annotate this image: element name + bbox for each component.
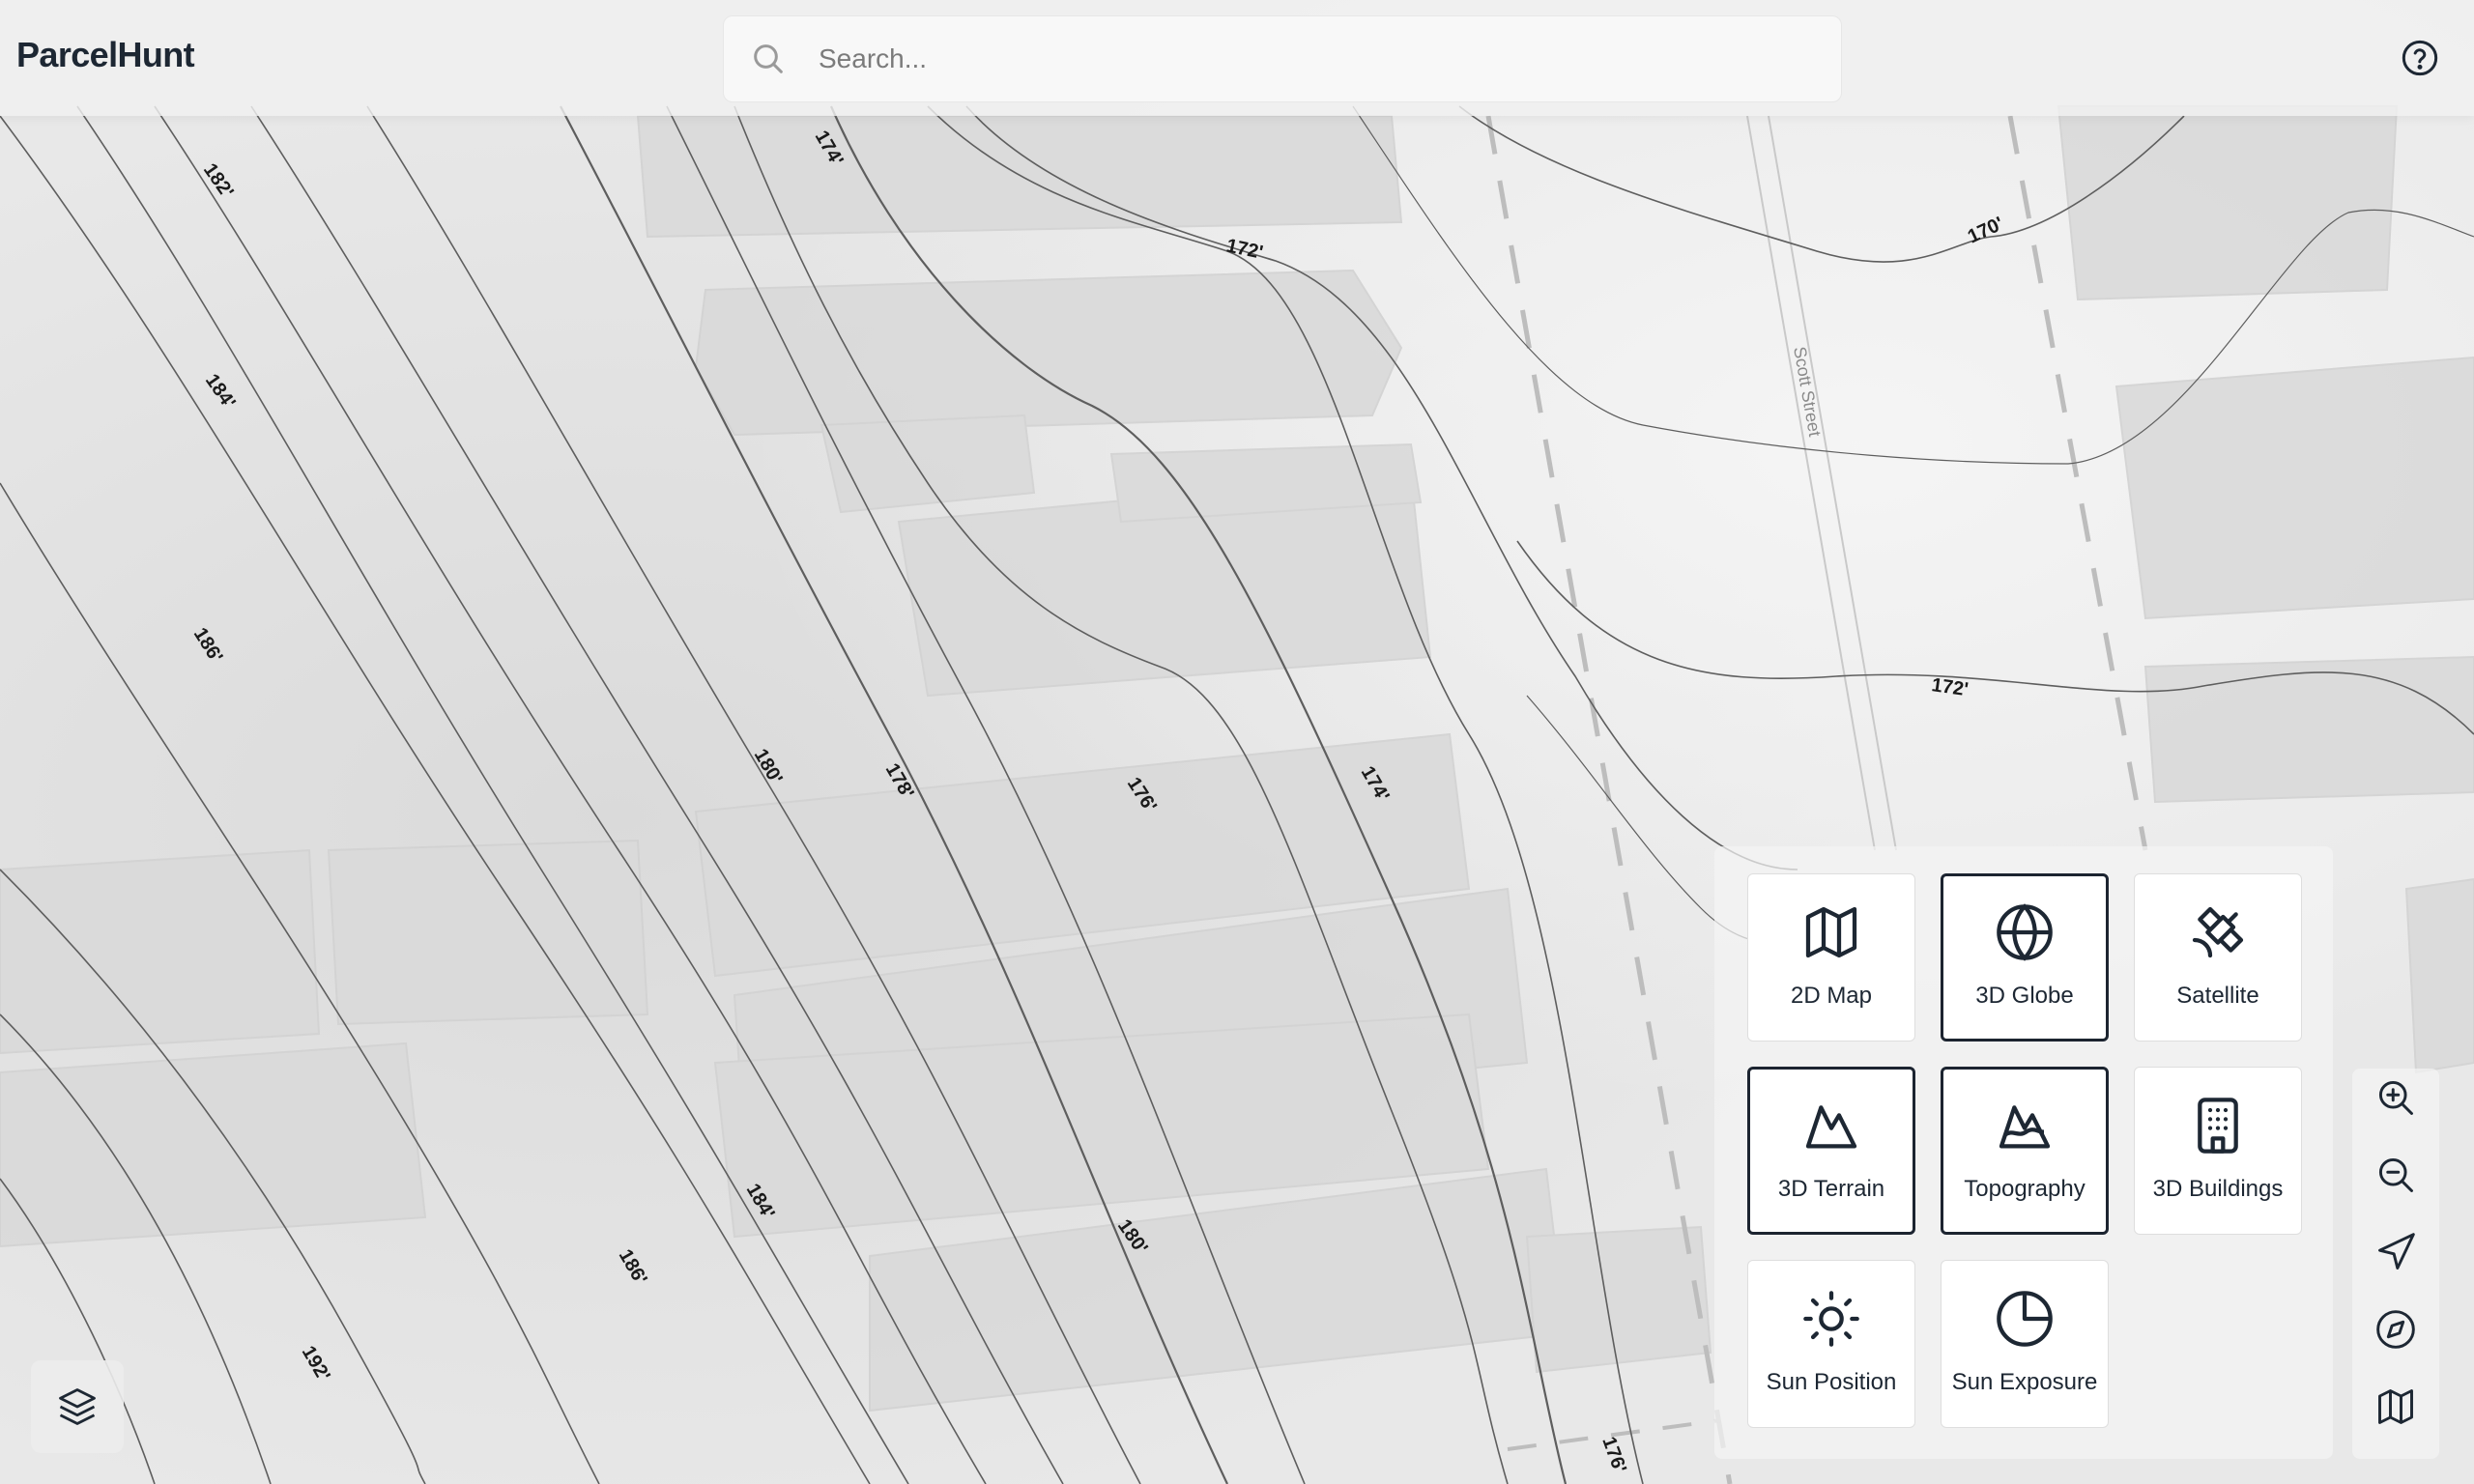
sun-icon <box>1803 1291 1859 1347</box>
satellite-icon <box>2192 906 2244 958</box>
layers-button[interactable] <box>31 1360 124 1453</box>
search-input[interactable] <box>817 16 1826 101</box>
map-icon[interactable] <box>2374 1385 2417 1428</box>
tile-label: Sun Position <box>1766 1369 1897 1395</box>
view-mode-3d-terrain[interactable]: 3D Terrain <box>1747 1067 1915 1235</box>
search-icon <box>754 44 783 73</box>
tile-label: 2D Map <box>1790 983 1873 1009</box>
tile-label: 3D Globe <box>1975 983 2074 1009</box>
tile-label: Sun Exposure <box>1951 1369 2098 1395</box>
zoom-out-icon[interactable] <box>2374 1154 2417 1196</box>
tile-label: 3D Terrain <box>1777 1176 1885 1202</box>
view-mode-2d-map[interactable]: 2D Map <box>1747 873 1915 1042</box>
locate-icon[interactable] <box>2374 1231 2417 1273</box>
building-icon <box>2198 1098 2238 1154</box>
view-mode-topography[interactable]: Topography <box>1941 1067 2109 1235</box>
help-circle-icon[interactable] <box>2401 39 2439 77</box>
search-box[interactable] <box>723 15 1842 102</box>
view-mode-sun-exposure[interactable]: Sun Exposure <box>1941 1260 2109 1428</box>
top-bar: ParcelHunt <box>0 0 2474 116</box>
topography-icon <box>1999 1105 2051 1149</box>
map-icon <box>1805 906 1857 958</box>
view-mode-3d-buildings[interactable]: 3D Buildings <box>2134 1067 2302 1235</box>
mountain-icon <box>1805 1105 1857 1149</box>
compass-icon[interactable] <box>2374 1308 2417 1351</box>
globe-icon <box>1997 903 2053 961</box>
tile-label: Topography <box>1964 1176 2086 1202</box>
tile-label: Satellite <box>2176 983 2259 1009</box>
view-mode-sun-position[interactable]: Sun Position <box>1747 1260 1915 1428</box>
view-mode-3d-globe[interactable]: 3D Globe <box>1941 873 2109 1042</box>
tile-label: 3D Buildings <box>2152 1176 2284 1202</box>
zoom-in-icon[interactable] <box>2374 1076 2417 1119</box>
view-mode-panel: 2D Map 3D Globe Satellite 3D Terrain Top… <box>1714 846 2333 1459</box>
app-title: ParcelHunt <box>16 35 195 74</box>
view-mode-satellite[interactable]: Satellite <box>2134 873 2302 1042</box>
sun-exposure-icon <box>1997 1291 2053 1347</box>
layers-icon <box>59 1388 96 1425</box>
map-controls <box>2352 1069 2439 1459</box>
